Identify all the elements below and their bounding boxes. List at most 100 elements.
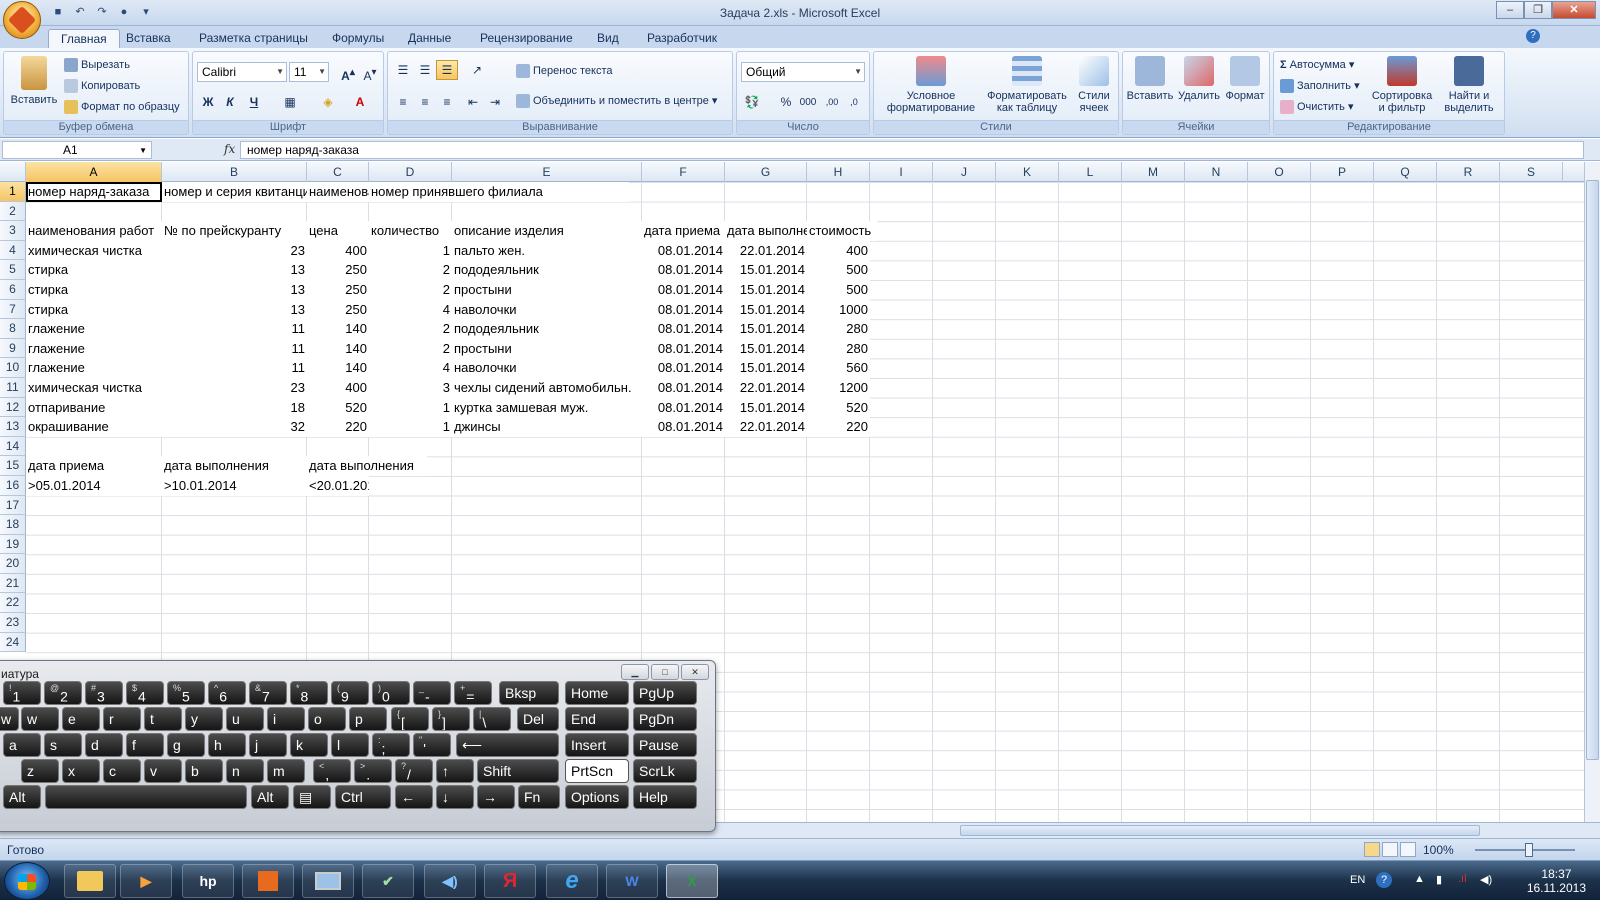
zoom-level[interactable]: 100% <box>1423 843 1454 857</box>
cell-c4[interactable]: 400 <box>307 240 369 261</box>
cell-b15[interactable]: дата выполнения <box>162 456 307 476</box>
key-3[interactable]: $4 <box>126 681 164 705</box>
cell-g6[interactable]: 15.01.2014 <box>725 280 807 300</box>
cell-f9[interactable]: 08.01.2014 <box>642 338 725 359</box>
key-punct2-0[interactable]: <, <box>313 759 351 783</box>
row-header-11[interactable]: 11 <box>0 377 26 398</box>
key-m[interactable]: m <box>267 759 305 783</box>
close-icon[interactable]: ✕ <box>681 664 709 680</box>
clear-button[interactable]: Очистить ▾ <box>1280 98 1353 116</box>
cell-a10[interactable]: глажение <box>26 358 162 378</box>
cell-e11[interactable]: чехлы сидений автомобильн. <box>452 378 642 398</box>
cell-a9[interactable]: глажение <box>26 338 162 359</box>
paste-button[interactable]: Вставить <box>8 56 60 106</box>
cell-h9[interactable]: 280 <box>807 338 870 359</box>
cell-b4[interactable]: 23 <box>162 240 307 261</box>
key-e[interactable]: e <box>62 707 100 731</box>
show-hidden-icons-icon[interactable]: ▲ <box>1414 873 1425 885</box>
column-header-b[interactable]: B <box>162 162 307 182</box>
row-header-20[interactable]: 20 <box>0 554 26 574</box>
decrease-decimal-icon[interactable]: ,0 <box>843 92 865 112</box>
clock[interactable]: 18:37 16.11.2013 <box>1527 867 1586 895</box>
tab-home[interactable]: Главная <box>48 29 120 49</box>
cell-f11[interactable]: 08.01.2014 <box>642 378 725 398</box>
key-punct2-1[interactable]: >. <box>354 759 392 783</box>
row-header-8[interactable]: 8 <box>0 319 26 339</box>
key-f[interactable]: f <box>126 733 164 757</box>
key-insert[interactable]: Insert <box>565 733 629 757</box>
tab-insert[interactable]: Вставка <box>114 29 183 49</box>
row-header-3[interactable]: 3 <box>0 221 26 241</box>
cell-g8[interactable]: 15.01.2014 <box>725 319 807 339</box>
cell-d4[interactable]: 1 <box>369 240 452 261</box>
align-right-icon[interactable]: ≡ <box>436 92 458 112</box>
format-painter-button[interactable]: Формат по образцу <box>64 98 180 116</box>
tab-review[interactable]: Рецензирование <box>468 29 585 49</box>
media-player-icon[interactable]: ▶ <box>120 864 172 898</box>
column-header-f[interactable]: F <box>642 162 725 182</box>
cell-a15[interactable]: дата приема <box>26 456 162 476</box>
explorer-icon[interactable] <box>64 864 116 898</box>
page-break-view-icon[interactable] <box>1400 842 1416 857</box>
key-delete[interactable]: Del <box>517 707 559 731</box>
horizontal-scroll-thumb[interactable] <box>960 825 1480 836</box>
cell-g10[interactable]: 15.01.2014 <box>725 358 807 378</box>
cell-e12[interactable]: куртка замшевая муж. <box>452 397 642 418</box>
key-shift[interactable]: Shift <box>477 759 559 783</box>
key-ctrl[interactable]: Ctrl <box>335 785 391 809</box>
key-end[interactable]: End <box>565 707 629 731</box>
cell-g5[interactable]: 15.01.2014 <box>725 260 807 280</box>
column-header-i[interactable]: I <box>870 162 933 182</box>
select-all-corner[interactable] <box>0 162 26 182</box>
format-cells-button[interactable]: Формат <box>1221 56 1269 102</box>
row-header-6[interactable]: 6 <box>0 279 26 300</box>
computer-icon[interactable] <box>302 864 354 898</box>
cell-c8[interactable]: 140 <box>307 319 369 339</box>
decrease-indent-icon[interactable]: ⇤ <box>462 92 484 112</box>
bold-button[interactable]: Ж <box>197 92 219 112</box>
cell-b5[interactable]: 13 <box>162 260 307 280</box>
key-7[interactable]: *8 <box>290 681 328 705</box>
row-header-17[interactable]: 17 <box>0 495 26 516</box>
cell-h8[interactable]: 280 <box>807 319 870 339</box>
formula-input[interactable]: номер наряд-заказа <box>240 141 1584 159</box>
minimize-icon[interactable]: – <box>1496 1 1524 19</box>
cell-g12[interactable]: 15.01.2014 <box>725 397 807 418</box>
cell-g11[interactable]: 22.01.2014 <box>725 378 807 398</box>
key-x[interactable]: x <box>62 759 100 783</box>
cell-d11[interactable]: 3 <box>369 378 452 398</box>
help-icon[interactable]: ? <box>1526 29 1540 43</box>
cell-f3[interactable]: дата приема <box>642 221 725 241</box>
key-g[interactable]: g <box>167 733 205 757</box>
row-header-4[interactable]: 4 <box>0 240 26 261</box>
cell-b12[interactable]: 18 <box>162 397 307 418</box>
row-header-24[interactable]: 24 <box>0 632 26 653</box>
language-indicator[interactable]: EN <box>1350 874 1365 886</box>
cell-h7[interactable]: 1000 <box>807 299 870 320</box>
cell-d10[interactable]: 4 <box>369 358 452 378</box>
up-arrow-key[interactable]: ↑ <box>436 759 474 783</box>
column-header-p[interactable]: P <box>1311 162 1374 182</box>
row-header-13[interactable]: 13 <box>0 417 26 437</box>
key-j[interactable]: j <box>249 733 287 757</box>
office-button[interactable] <box>3 1 41 39</box>
cell-a16[interactable]: >05.01.2014 <box>26 476 162 496</box>
page-layout-view-icon[interactable] <box>1382 842 1398 857</box>
cell-a5[interactable]: стирка <box>26 260 162 280</box>
tab-developer[interactable]: Разработчик <box>635 29 729 49</box>
column-header-e[interactable]: E <box>452 162 642 182</box>
cell-c6[interactable]: 250 <box>307 280 369 300</box>
cell-b7[interactable]: 13 <box>162 299 307 320</box>
cell-e10[interactable]: наволочки <box>452 358 642 378</box>
cell-c16[interactable]: <20.01.2014 <box>307 476 369 496</box>
cell-b16[interactable]: >10.01.2014 <box>162 476 307 496</box>
row-header-22[interactable]: 22 <box>0 593 26 614</box>
key-0[interactable]: !1 <box>3 681 41 705</box>
row-header-10[interactable]: 10 <box>0 358 26 378</box>
cell-c9[interactable]: 140 <box>307 338 369 359</box>
key-p[interactable]: p <box>349 707 387 731</box>
key-b[interactable]: b <box>185 759 223 783</box>
normal-view-icon[interactable] <box>1364 842 1380 857</box>
key-11[interactable]: += <box>454 681 492 705</box>
cell-h10[interactable]: 560 <box>807 358 870 378</box>
